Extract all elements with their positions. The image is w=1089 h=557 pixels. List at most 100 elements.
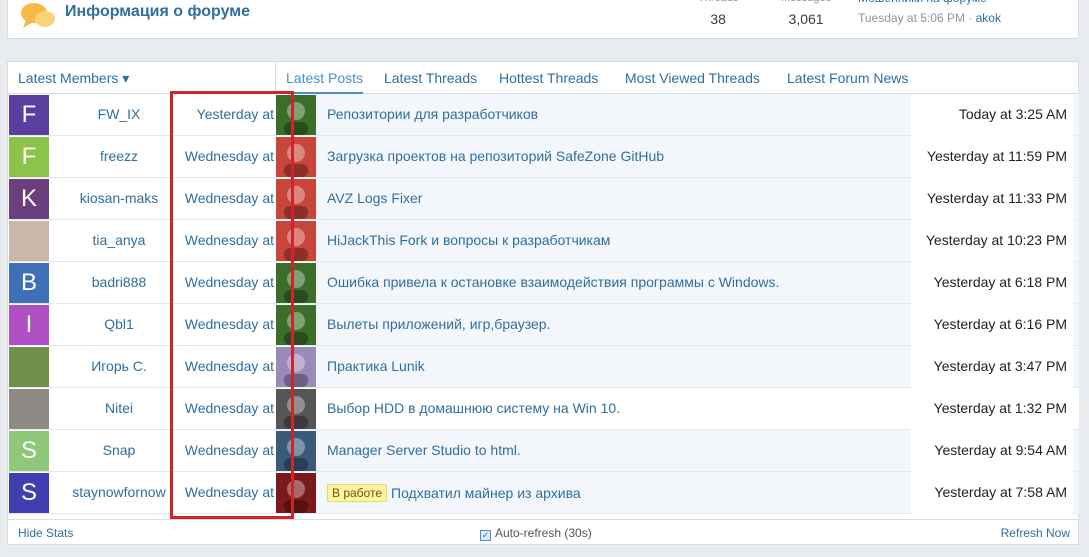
member-name[interactable]: freezz (54, 148, 184, 164)
poster-avatar[interactable] (276, 431, 316, 471)
member-name[interactable]: staynowfornow (54, 484, 184, 500)
post-time[interactable]: Yesterday at 1:32 PM (911, 388, 1073, 430)
poster-avatar[interactable] (276, 389, 316, 429)
post-title-link[interactable]: Загрузка проектов на репозиторий SafeZon… (327, 148, 664, 164)
tab-latest-threads[interactable]: Latest Threads (384, 70, 477, 86)
poster-avatar[interactable] (276, 263, 316, 303)
member-name[interactable]: badri888 (54, 274, 184, 290)
post-time[interactable]: Yesterday at 3:47 PM (911, 346, 1073, 388)
members-header: Latest Members ▾ (8, 62, 276, 94)
member-avatar[interactable]: I (9, 305, 49, 345)
member-row: Игорь С. Wednesday at (8, 346, 276, 388)
post-row: HiJackThis Fork и вопросы к разработчика… (276, 220, 1079, 262)
last-post-info: Мошенники на форуме Tuesday at 5:06 PM ·… (858, 0, 1001, 25)
post-title-line: HiJackThis Fork и вопросы к разработчика… (327, 232, 610, 248)
hide-stats-link[interactable]: Hide Stats (18, 526, 73, 540)
autorefresh-label: Auto-refresh (30s) (495, 526, 592, 540)
member-name[interactable]: kiosan-maks (54, 190, 184, 206)
post-time[interactable]: Yesterday at 9:54 AM (911, 430, 1073, 472)
member-row: Ffreezz Wednesday at (8, 136, 276, 178)
member-name[interactable]: Игорь С. (54, 358, 184, 374)
post-title-link[interactable]: Репозитории для разработчиков (327, 106, 538, 122)
member-name[interactable]: tia_anya (54, 232, 184, 248)
post-time[interactable]: Yesterday at 11:59 PM (911, 136, 1073, 178)
autorefresh-toggle[interactable]: ✓ Auto-refresh (30s) (480, 526, 592, 541)
member-name[interactable]: Qbl1 (54, 316, 184, 332)
poster-avatar[interactable] (276, 305, 316, 345)
checkbox-checked-icon[interactable]: ✓ (480, 530, 491, 541)
member-row: Nitei Wednesday at (8, 388, 276, 430)
tab-hottest-threads[interactable]: Hottest Threads (499, 70, 598, 86)
member-row: F FW_IX Yesterday at (8, 94, 276, 136)
tab-latest-posts[interactable]: Latest Posts (286, 70, 364, 94)
post-title-line: Загрузка проектов на репозиторий SafeZon… (327, 148, 664, 164)
member-avatar[interactable]: K (9, 179, 49, 219)
threads-stat: Threads 38 (698, 0, 738, 27)
post-row: Выбор HDD в домашнюю систему на Win 10. Y… (276, 388, 1079, 430)
poster-avatar[interactable] (276, 347, 316, 387)
tab-most-viewed-threads[interactable]: Most Viewed Threads (625, 70, 760, 86)
posts-tabs: Latest Posts Latest Threads Hottest Thre… (276, 62, 1078, 94)
member-row: Bbadri888 Wednesday at (8, 262, 276, 304)
member-join-date: Wednesday at (184, 316, 274, 332)
member-row: Sstaynowfornow Wednesday at (8, 472, 276, 514)
post-time[interactable]: Yesterday at 6:16 PM (911, 304, 1073, 346)
member-join-date: Wednesday at (184, 442, 274, 458)
member-name[interactable]: FW_IX (54, 106, 184, 122)
member-avatar[interactable]: B (9, 263, 49, 303)
member-row: I Qbl1 Wednesday at (8, 304, 276, 346)
post-title-link[interactable]: Ошибка привела к остановке взаимодействи… (327, 274, 779, 290)
post-title-link[interactable]: Вылеты приложений, игр,браузер. (327, 316, 550, 332)
post-title-line: Manager Server Studio to html. (327, 442, 521, 458)
member-join-date: Wednesday at (184, 148, 274, 164)
member-avatar[interactable]: F (9, 95, 49, 135)
post-title-link[interactable]: Выбор HDD в домашнюю систему на Win 10. (327, 400, 620, 416)
post-title-link[interactable]: Практика Lunik (327, 358, 425, 374)
forum-title[interactable]: Информация о форуме (65, 3, 250, 21)
forum-info-panel: Информация о форуме Threads 38 Messages … (7, 0, 1079, 39)
stat-label: Messages (781, 0, 831, 8)
post-title-link[interactable]: AVZ Logs Fixer (327, 190, 422, 206)
member-name[interactable]: Nitei (54, 400, 184, 416)
poster-avatar[interactable] (276, 221, 316, 261)
forum-stats-panel: Latest Members ▾ Latest Posts Latest Thr… (7, 61, 1079, 545)
post-time[interactable]: Yesterday at 6:18 PM (911, 262, 1073, 304)
post-row: Manager Server Studio to html. Yesterday … (276, 430, 1079, 472)
poster-avatar[interactable] (276, 179, 316, 219)
refresh-now-link[interactable]: Refresh Now (1001, 526, 1070, 540)
member-avatar[interactable]: S (9, 473, 49, 513)
last-post-user[interactable]: akok (976, 11, 1001, 25)
post-row: AVZ Logs Fixer Yesterday at 11:33 PM (276, 178, 1079, 220)
post-row: Ошибка привела к остановке взаимодействи… (276, 262, 1079, 304)
messages-stat: Messages 3,061 (781, 0, 831, 27)
member-avatar[interactable] (9, 347, 49, 387)
member-name[interactable]: Snap (54, 442, 184, 458)
member-row: S Snap Wednesday at (8, 430, 276, 472)
poster-avatar[interactable] (276, 95, 316, 135)
stat-value: 3,061 (788, 11, 824, 27)
last-post-title[interactable]: Мошенники на форуме (858, 0, 1001, 8)
status-badge: В работе (327, 484, 388, 502)
latest-members-dropdown[interactable]: Latest Members ▾ (18, 70, 129, 87)
post-title-line: Ошибка привела к остановке взаимодействи… (327, 274, 779, 290)
chat-bubbles-icon (21, 3, 55, 28)
poster-avatar[interactable] (276, 473, 316, 513)
post-time[interactable]: Yesterday at 11:33 PM (911, 178, 1073, 220)
post-time[interactable]: Today at 3:25 AM (911, 94, 1073, 136)
footer-bar: Hide Stats ✓ Auto-refresh (30s) Refresh N… (8, 519, 1078, 545)
member-avatar[interactable] (9, 221, 49, 261)
tab-latest-forum-news[interactable]: Latest Forum News (787, 70, 908, 86)
member-join-date: Wednesday at (184, 400, 274, 416)
member-avatar[interactable]: S (9, 431, 49, 471)
post-time[interactable]: Yesterday at 7:58 AM (911, 472, 1073, 514)
post-time[interactable]: Yesterday at 10:23 PM (911, 220, 1073, 262)
post-title-link[interactable]: HiJackThis Fork и вопросы к разработчика… (327, 232, 610, 248)
post-title-link[interactable]: Manager Server Studio to html. (327, 442, 521, 458)
member-join-date: Wednesday at (184, 232, 274, 248)
member-avatar[interactable] (9, 389, 49, 429)
poster-avatar[interactable] (276, 137, 316, 177)
member-avatar[interactable]: F (9, 137, 49, 177)
post-title-link[interactable]: Подхватил майнер из архива (391, 485, 581, 501)
stat-label: Threads (698, 0, 738, 8)
member-row: Kkiosan-maks Wednesday at (8, 178, 276, 220)
